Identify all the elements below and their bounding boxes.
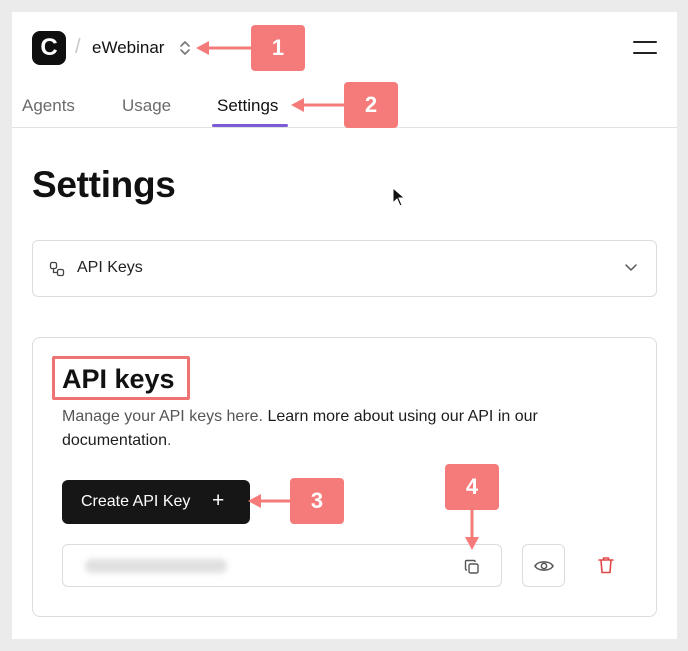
- callout-4-arrow: [465, 510, 479, 550]
- plus-icon: +: [212, 489, 225, 512]
- mouse-cursor-icon: [392, 187, 406, 207]
- copy-icon[interactable]: [464, 559, 480, 575]
- callout-2: 2: [344, 82, 398, 128]
- api-keys-icon: [49, 261, 65, 277]
- masked-api-key: [85, 559, 227, 573]
- callout-3: 3: [290, 478, 344, 524]
- chevron-up-down-icon[interactable]: [179, 39, 191, 57]
- api-keys-card: API keys Manage your API keys here. Lear…: [32, 337, 657, 617]
- callout-3-arrow: [248, 494, 291, 508]
- api-keys-description: Manage your API keys here. Learn more ab…: [62, 405, 622, 453]
- callout-2-arrow: [291, 98, 345, 112]
- active-tab-indicator: [212, 124, 288, 127]
- callout-1: 1: [251, 25, 305, 71]
- api-key-field[interactable]: [62, 544, 502, 587]
- org-name[interactable]: eWebinar: [92, 38, 164, 58]
- tab-settings[interactable]: Settings: [217, 96, 278, 116]
- menu-icon[interactable]: [633, 41, 657, 55]
- callout-1-arrow: [196, 41, 252, 55]
- eye-icon: [534, 561, 554, 571]
- app-window: C / eWebinar Agents Usage Settings Setti…: [12, 12, 677, 639]
- description-end: .: [166, 432, 172, 449]
- create-api-key-button[interactable]: Create API Key +: [62, 480, 250, 524]
- create-api-key-label: Create API Key: [81, 493, 191, 510]
- view-key-button[interactable]: [522, 544, 565, 587]
- breadcrumb-separator: /: [75, 36, 81, 58]
- app-logo[interactable]: C: [32, 31, 66, 65]
- tab-usage[interactable]: Usage: [122, 96, 171, 116]
- chevron-down-icon: [625, 264, 637, 271]
- title-highlight-box: [52, 356, 190, 400]
- trash-icon[interactable]: [598, 556, 614, 574]
- accordion-label: API Keys: [77, 259, 143, 276]
- callout-4: 4: [445, 464, 499, 510]
- tab-agents[interactable]: Agents: [22, 96, 75, 116]
- page-title: Settings: [32, 164, 176, 205]
- api-keys-accordion[interactable]: API Keys: [32, 240, 657, 297]
- description-text: Manage your API keys here.: [62, 408, 268, 425]
